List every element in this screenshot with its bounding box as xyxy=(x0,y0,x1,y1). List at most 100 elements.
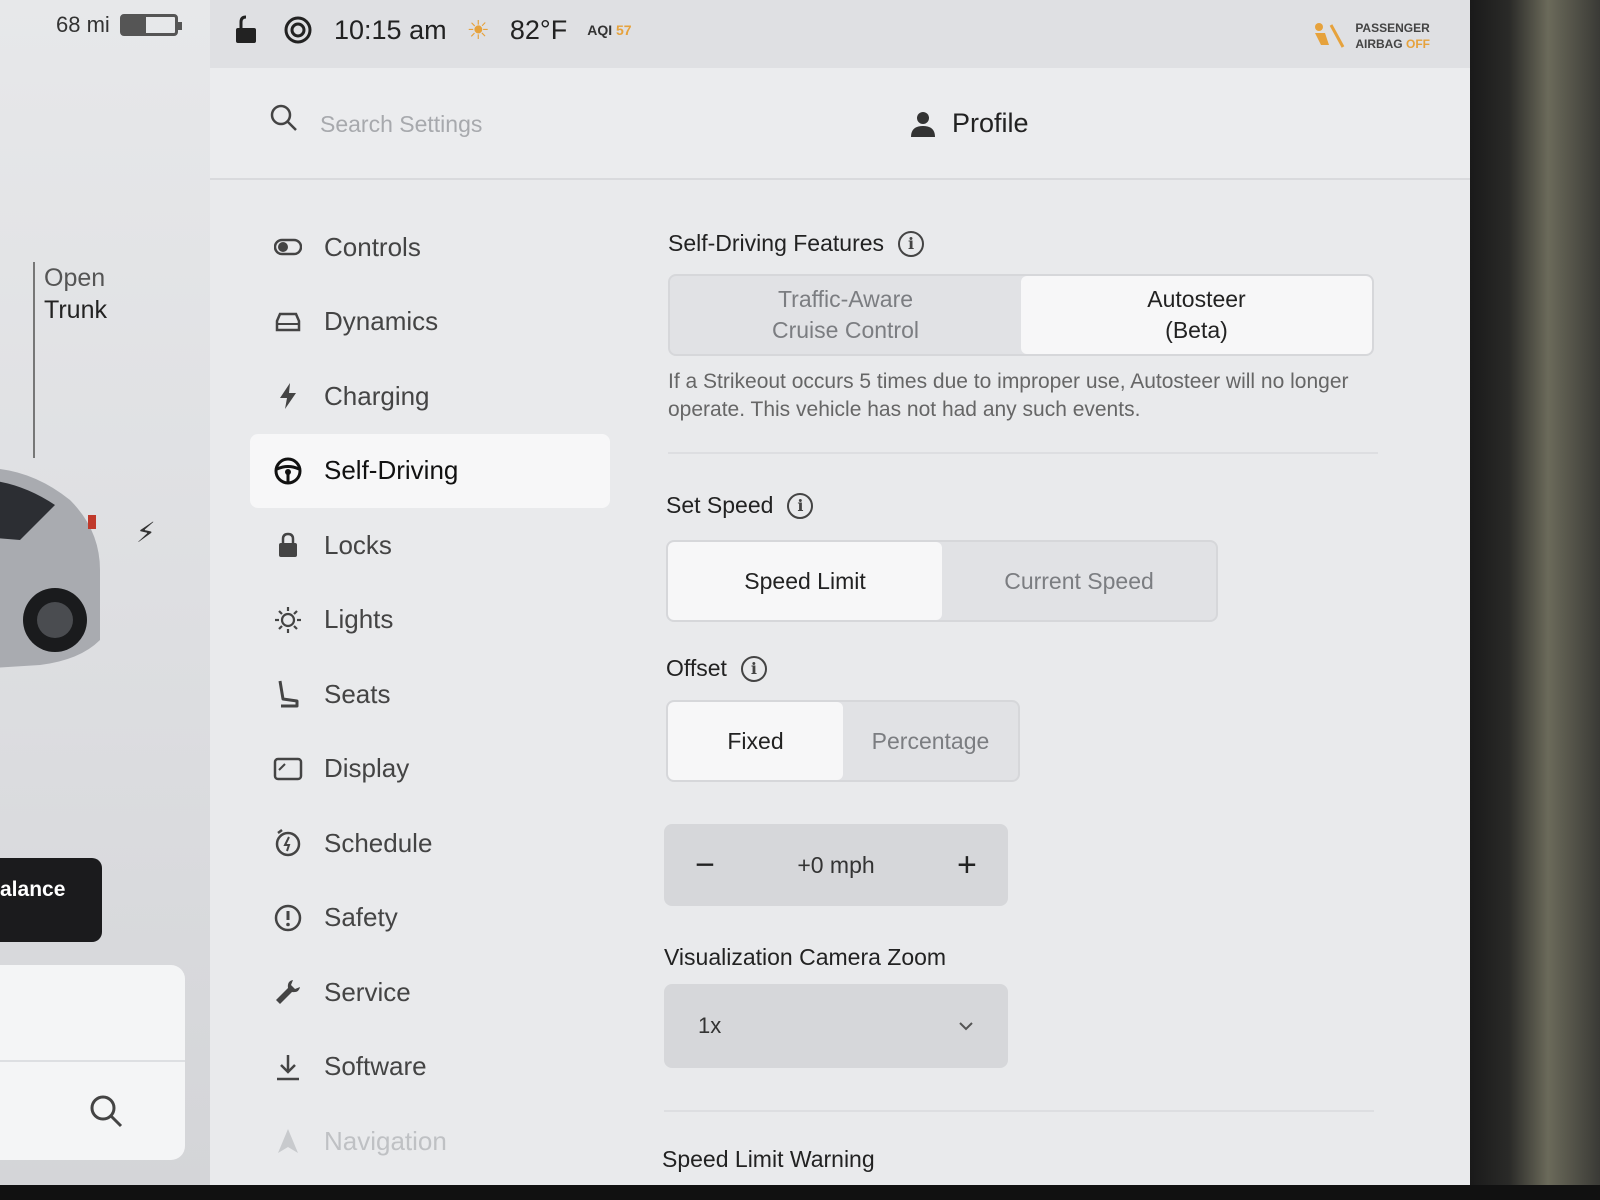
sidebar-item-label: Charging xyxy=(324,380,430,411)
open-trunk-button[interactable]: Open Trunk xyxy=(44,262,107,326)
battery-icon xyxy=(119,14,182,36)
speed-limit-warning-title: Speed Limit Warning xyxy=(662,1146,875,1173)
settings-sidebar: Controls Dynamics Charging Self-Driving Lock… xyxy=(250,210,610,1179)
seat-icon xyxy=(272,678,304,710)
sidebar-item-label: Display xyxy=(324,753,410,784)
airbag-line2: AIRBAG xyxy=(1355,37,1403,51)
sidebar-item-label: Schedule xyxy=(324,827,433,858)
option-line2: (Beta) xyxy=(1165,317,1228,343)
passenger-airbag-indicator: PASSENGER AIRBAG OFF xyxy=(1311,20,1430,52)
car-image xyxy=(0,469,100,668)
sidebar-item-charging[interactable]: Charging xyxy=(250,359,610,434)
card-divider xyxy=(0,1060,185,1062)
self-driving-features-title: Self-Driving Features i xyxy=(668,230,925,257)
wrench-icon xyxy=(272,976,304,1008)
settings-header: Profile LTE xyxy=(210,68,1470,180)
search-settings-input[interactable] xyxy=(320,104,740,144)
sidebar-item-display[interactable]: Display xyxy=(250,732,610,807)
sidebar-item-locks[interactable]: Locks xyxy=(250,508,610,583)
self-driving-features-label: Self-Driving Features xyxy=(668,230,885,256)
media-card xyxy=(0,965,185,1160)
option-speed-limit[interactable]: Speed Limit xyxy=(668,542,942,620)
sidebar-item-self-driving[interactable]: Self-Driving xyxy=(250,433,610,508)
option-traffic-aware-cruise-control[interactable]: Traffic-Aware Cruise Control xyxy=(670,276,1021,354)
sidebar-item-label: Lights xyxy=(324,604,394,635)
info-icon[interactable]: i xyxy=(787,492,814,519)
temperature-text: 82°F xyxy=(509,14,568,45)
set-speed-label: Set Speed xyxy=(666,492,774,518)
media-search-icon[interactable] xyxy=(88,1093,124,1129)
option-percentage[interactable]: Percentage xyxy=(843,702,1018,780)
decrease-offset-button[interactable]: − xyxy=(690,846,720,885)
balance-button[interactable]: alance xyxy=(0,858,102,942)
lock-icon xyxy=(272,529,304,561)
sidebar-item-navigation[interactable]: Navigation xyxy=(250,1104,610,1179)
status-bar: 10:15 am ☀ 82°F AQI 57 PASSENGER AIRBAG … xyxy=(210,0,1470,68)
sidebar-item-schedule[interactable]: Schedule xyxy=(250,806,610,881)
option-autosteer-beta[interactable]: Autosteer (Beta) xyxy=(1021,276,1372,354)
sidebar-item-service[interactable]: Service xyxy=(250,955,610,1030)
aqi-value: 57 xyxy=(616,22,632,38)
sidebar-item-controls[interactable]: Controls xyxy=(250,210,610,285)
screen-bezel xyxy=(1470,0,1600,1200)
sidebar-item-label: Seats xyxy=(324,678,391,709)
offset-label: Offset xyxy=(666,655,727,681)
strikeout-description: If a Strikeout occurs 5 times due to imp… xyxy=(668,370,1349,421)
camera-zoom-value: 1x xyxy=(698,1013,722,1038)
info-icon[interactable]: i xyxy=(898,230,925,257)
car-panel: 68 mi Open Trunk ⚡︎ alance xyxy=(0,0,210,1185)
trunk-indicator-line xyxy=(33,262,35,458)
aqi-label: AQI xyxy=(587,22,613,38)
camera-zoom-label: Visualization Camera Zoom xyxy=(664,944,947,970)
offset-stepper: − +0 mph + xyxy=(664,824,1008,906)
offset-selector: Fixed Percentage xyxy=(666,700,1020,782)
sidebar-item-label: Service xyxy=(324,976,411,1007)
sidebar-item-safety[interactable]: Safety xyxy=(250,881,610,956)
navigation-icon xyxy=(272,1125,304,1157)
alert-circle-icon xyxy=(272,902,304,934)
unlock-icon[interactable] xyxy=(232,15,262,45)
option-line1: Traffic-Aware xyxy=(777,286,914,312)
set-speed-selector: Speed Limit Current Speed xyxy=(666,540,1218,622)
self-driving-features-selector: Traffic-Aware Cruise Control Autosteer (Be… xyxy=(668,274,1374,356)
battery-fill xyxy=(122,17,147,33)
airbag-line1: PASSENGER xyxy=(1355,21,1430,35)
sidebar-item-dynamics[interactable]: Dynamics xyxy=(250,285,610,360)
offset-title: Offset i xyxy=(666,655,767,682)
sidebar-item-label: Dynamics xyxy=(324,306,439,337)
option-line1: Autosteer xyxy=(1147,286,1246,312)
offset-value: +0 mph xyxy=(797,851,875,878)
option-line2: Cruise Control xyxy=(772,317,919,343)
sidebar-item-label: Navigation xyxy=(324,1125,447,1156)
sun-icon xyxy=(272,604,304,636)
option-current-speed[interactable]: Current Speed xyxy=(942,542,1216,620)
option-fixed[interactable]: Fixed xyxy=(668,702,843,780)
sidebar-item-label: Controls xyxy=(324,231,421,262)
screen-bezel-bottom xyxy=(0,1185,1600,1200)
car-front-icon xyxy=(272,306,304,338)
trunk-label-line2: Trunk xyxy=(44,296,107,324)
profile-button[interactable]: Profile xyxy=(910,108,1029,139)
sidebar-item-software[interactable]: Software xyxy=(250,1030,610,1105)
sidebar-item-seats[interactable]: Seats xyxy=(250,657,610,732)
bolt-icon xyxy=(272,380,304,412)
aqi-badge: AQI 57 xyxy=(587,22,631,38)
sidebar-item-lights[interactable]: Lights xyxy=(250,583,610,658)
weather-sun-icon: ☀ xyxy=(466,14,490,45)
chevron-down-icon xyxy=(959,1022,973,1031)
section-divider xyxy=(668,452,1378,454)
sentry-icon[interactable] xyxy=(282,14,314,46)
display-icon xyxy=(272,753,304,785)
airbag-status: OFF xyxy=(1406,37,1430,51)
section-divider xyxy=(664,1110,1374,1112)
camera-zoom-select[interactable]: 1x xyxy=(664,984,1008,1068)
touchscreen: 68 mi Open Trunk ⚡︎ alance 10:15 am ☀ 82… xyxy=(0,0,1470,1185)
trunk-label-line1: Open xyxy=(44,264,106,292)
info-icon[interactable]: i xyxy=(740,655,767,682)
sidebar-item-label: Software xyxy=(324,1051,427,1082)
increase-offset-button[interactable]: + xyxy=(952,846,982,885)
range-text: 68 mi xyxy=(56,12,110,37)
profile-label: Profile xyxy=(952,108,1029,138)
sidebar-item-label: Locks xyxy=(324,529,392,560)
charging-bolt-icon: ⚡︎ xyxy=(136,517,156,548)
